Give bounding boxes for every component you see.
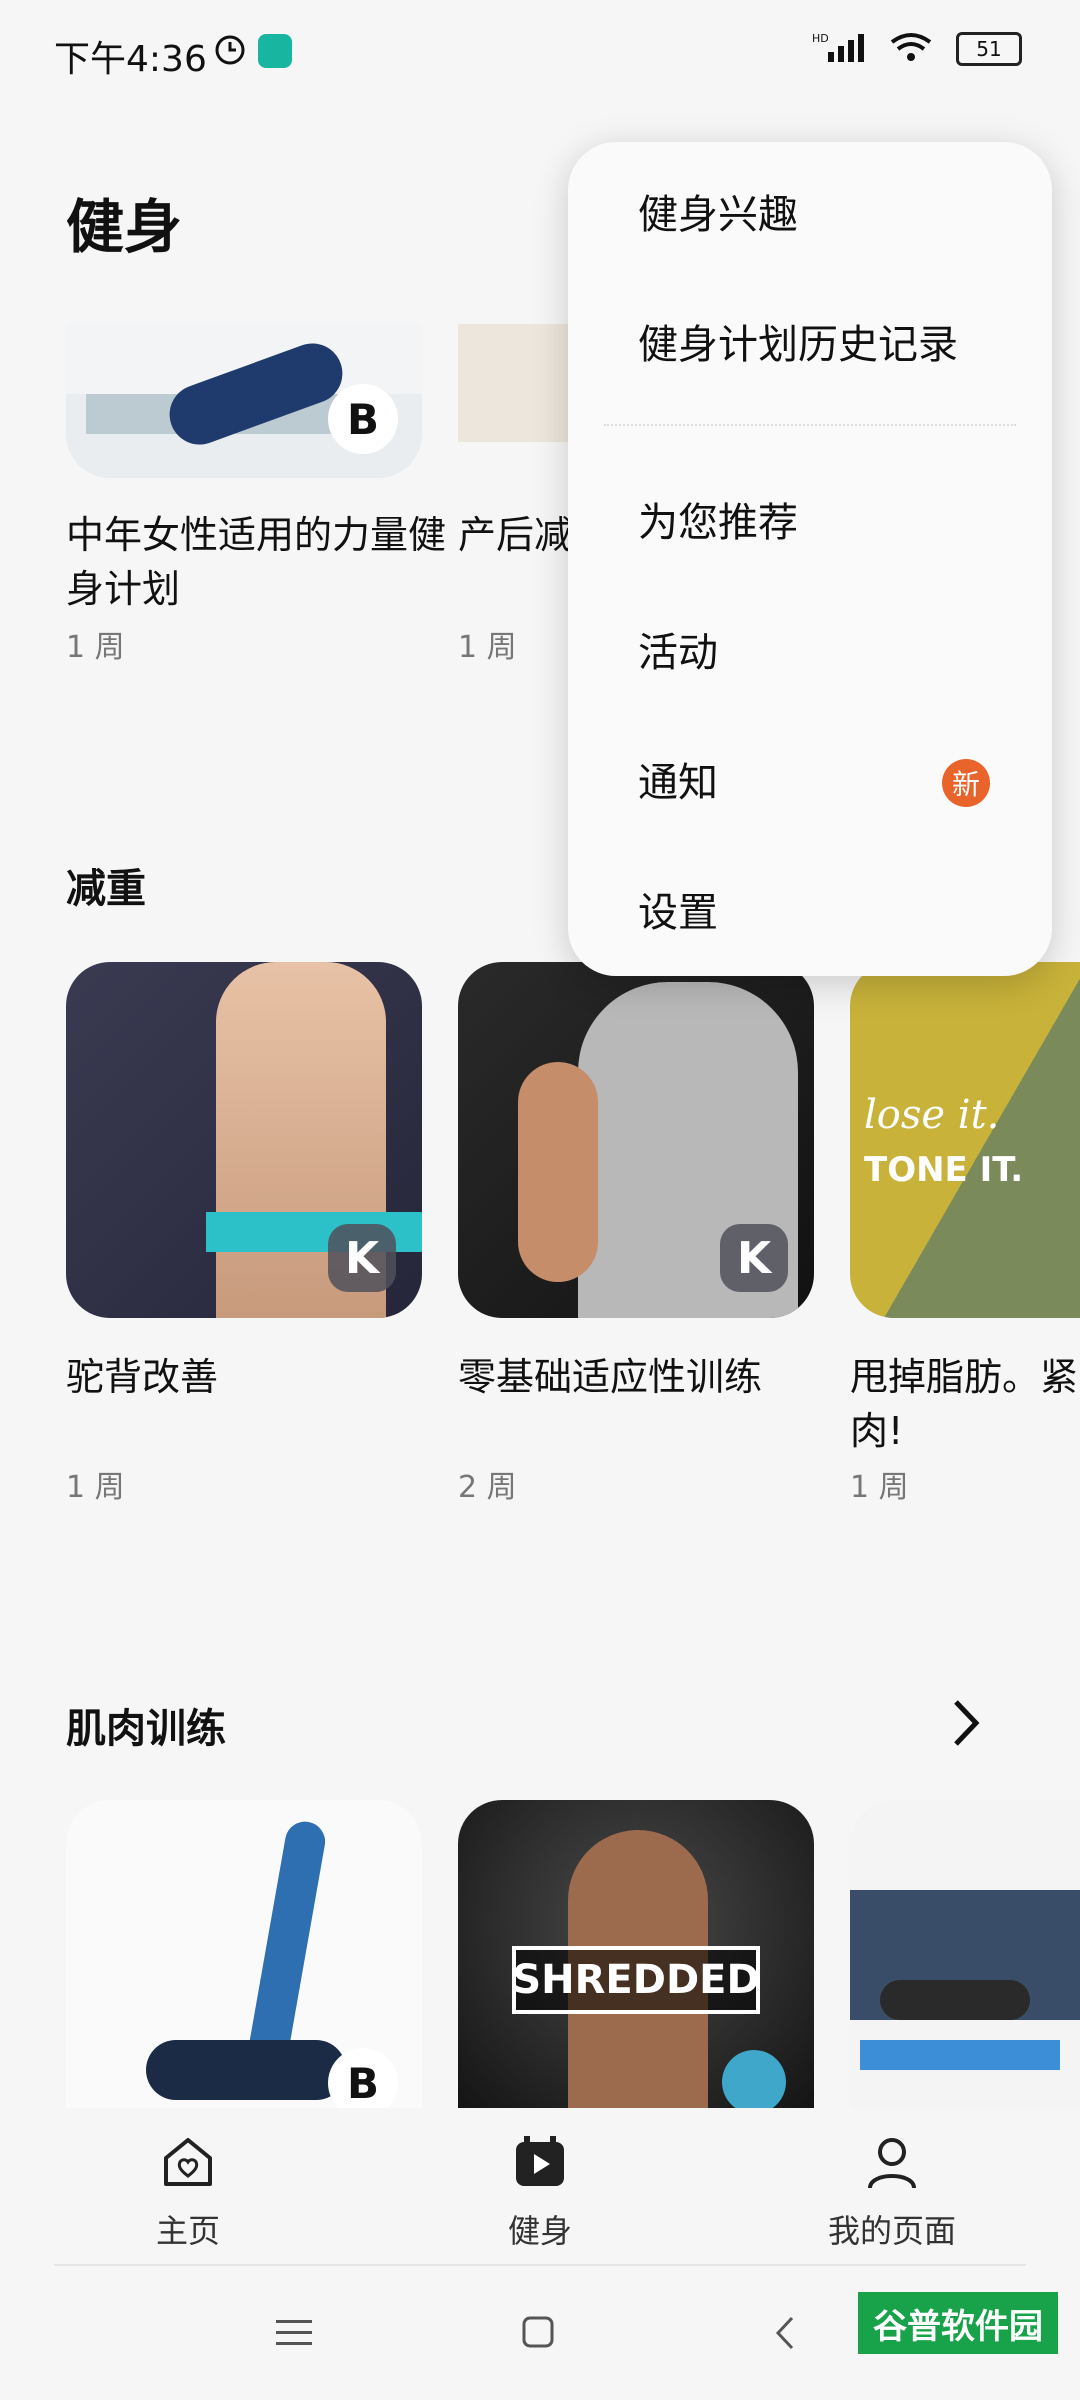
- menu-item-notifications[interactable]: 通知: [638, 750, 718, 808]
- divider: [54, 2264, 1026, 2266]
- plan-card-image[interactable]: [850, 1800, 1080, 2108]
- brand-k-icon: K: [720, 1224, 788, 1292]
- plan-card-image[interactable]: B: [66, 1800, 422, 2108]
- signal-icon: HD: [812, 30, 866, 68]
- plan-card-image[interactable]: SHREDDED: [458, 1800, 814, 2108]
- image-text: lose it.: [864, 1092, 1000, 1138]
- plan-card-title[interactable]: 驼背改善: [66, 1350, 218, 1404]
- plan-card-title[interactable]: 中年女性适用的力量健身计划: [66, 508, 446, 616]
- status-time: 下午4:36: [54, 39, 207, 80]
- brand-b-icon: B: [328, 384, 398, 454]
- back-icon[interactable]: [772, 2314, 798, 2356]
- plan-card-image[interactable]: K: [66, 962, 422, 1318]
- brand-k-icon: K: [328, 1224, 396, 1292]
- section-title-weight-loss: 减重: [66, 866, 146, 912]
- plan-card-image[interactable]: B: [66, 324, 422, 478]
- nav-item-fitness[interactable]: 健身: [420, 2132, 660, 2252]
- menu-item-settings[interactable]: 设置: [638, 880, 718, 938]
- app-badge-icon: [722, 2050, 786, 2108]
- home-square-icon[interactable]: [520, 2314, 556, 2354]
- overflow-menu: 健身兴趣 健身计划历史记录 为您推荐 活动 通知 新 设置: [568, 142, 1052, 976]
- watermark: 谷普软件园: [858, 2292, 1058, 2354]
- battery-indicator: 51: [956, 32, 1022, 66]
- new-badge: 新: [942, 759, 990, 807]
- menu-item-activities[interactable]: 活动: [638, 620, 718, 678]
- status-icons: HD 51: [812, 30, 1022, 68]
- nav-item-home[interactable]: 主页: [68, 2132, 308, 2252]
- wifi-icon: [888, 30, 934, 68]
- home-heart-icon: [68, 2132, 308, 2196]
- plan-card-duration: 1 周: [66, 630, 125, 665]
- chevron-right-icon[interactable]: [946, 1696, 986, 1754]
- nav-label: 健身: [507, 2212, 572, 2250]
- person-icon: [772, 2132, 1012, 2196]
- alarm-icon: [210, 28, 250, 72]
- nav-item-my-page[interactable]: 我的页面: [772, 2132, 1012, 2252]
- menu-item-plan-history[interactable]: 健身计划历史记录: [638, 312, 958, 370]
- plan-card-image[interactable]: lose it. TONE IT.: [850, 962, 1080, 1318]
- plan-card-image[interactable]: K: [458, 962, 814, 1318]
- plan-card-duration: 1 周: [458, 630, 517, 665]
- menu-icon[interactable]: [276, 2316, 312, 2354]
- plan-card-duration: 2 周: [458, 1470, 517, 1505]
- plan-card-title[interactable]: 甩掉脂肪。紧肉!: [850, 1350, 1080, 1458]
- bottom-nav: 主页 健身 我的页面: [0, 2108, 1080, 2270]
- plan-card-title[interactable]: 产后减…操: [458, 508, 578, 562]
- brand-b-icon: B: [328, 2048, 398, 2108]
- play-calendar-icon: [420, 2132, 660, 2196]
- nav-label: 主页: [155, 2212, 220, 2250]
- plan-card-title[interactable]: 零基础适应性训练: [458, 1350, 762, 1404]
- menu-divider: [604, 424, 1016, 426]
- svg-text:HD: HD: [812, 32, 829, 45]
- section-title-muscle: 肌肉训练: [66, 1706, 226, 1752]
- image-text: TONE IT.: [864, 1150, 1024, 1190]
- page-title: 健身: [66, 193, 183, 261]
- menu-item-recommended[interactable]: 为您推荐: [638, 490, 798, 548]
- plan-card-duration: 1 周: [850, 1470, 909, 1505]
- nav-label: 我的页面: [827, 2212, 956, 2250]
- plan-card-duration: 1 周: [66, 1470, 125, 1505]
- menu-item-fitness-interests[interactable]: 健身兴趣: [638, 182, 798, 240]
- app-notification-icon: [258, 34, 292, 68]
- image-text: SHREDDED: [512, 1946, 760, 2014]
